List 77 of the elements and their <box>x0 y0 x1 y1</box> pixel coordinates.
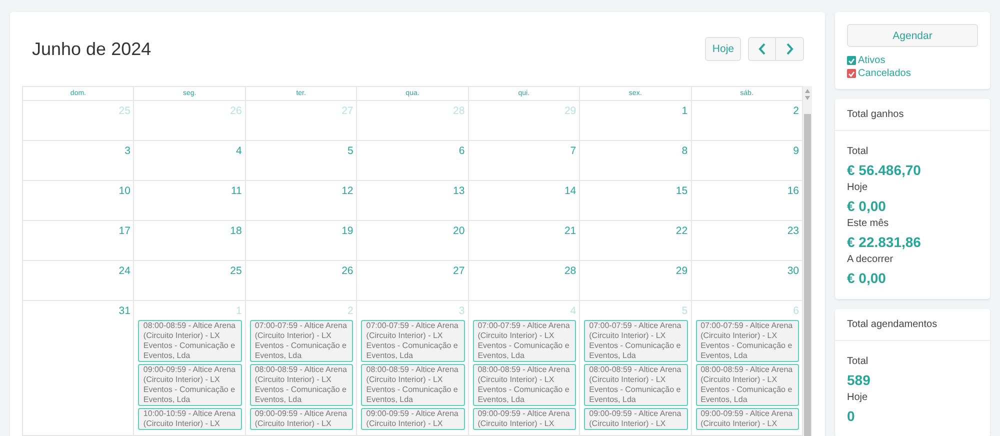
day-number[interactable]: 8 <box>682 145 688 157</box>
day-number[interactable]: 21 <box>564 225 576 237</box>
day-number[interactable]: 1 <box>682 105 688 117</box>
stat-label: Este mês <box>847 217 890 231</box>
event-entry[interactable]: 09:00-09:59 - Altice Arena (Circuito Interior) - LX <box>696 408 799 430</box>
event-entry[interactable]: 08:00-08:59 - Altice Arena (Circuito Interior) - LX Eventos - Comunicação e Eventos, Lda <box>584 364 688 406</box>
calendar-title: Junho de 2024 <box>32 38 152 60</box>
schedule-button[interactable]: Agendar <box>847 24 978 47</box>
day-number[interactable]: 10 <box>118 185 130 197</box>
stats-title: Total ganhos <box>835 99 990 131</box>
next-button[interactable] <box>776 37 804 61</box>
stats-title: Total agendamentos <box>835 309 990 341</box>
event-entry[interactable]: 08:00-08:59 - Altice Arena (Circuito Interior) - LX Eventos - Comunicação e Eventos, Lda <box>361 364 465 406</box>
event-entry[interactable]: 08:00-08:59 - Altice Arena (Circuito Interior) - LX Eventos - Comunicação e Eventos, Lda <box>696 364 799 406</box>
stat-value: € 0,00 <box>847 269 887 288</box>
day-number[interactable]: 30 <box>787 265 799 277</box>
day-number[interactable]: 20 <box>453 225 465 237</box>
chevron-left-icon <box>758 43 766 55</box>
day-number[interactable]: 3 <box>124 145 130 157</box>
day-number[interactable]: 6 <box>458 145 465 157</box>
day-number[interactable]: 24 <box>118 265 130 277</box>
event-entry[interactable]: 08:00-08:59 - Altice Arena (Circuito Interior) - LX Eventos - Comunicação e Eventos, Lda <box>250 364 354 406</box>
day-number[interactable]: 11 <box>230 185 242 197</box>
day-number[interactable]: 2 <box>793 105 799 117</box>
event-entry[interactable]: 07:00-07:59 - Altice Arena (Circuito Interior) - LX Eventos - Comunicação e Eventos, Lda <box>696 320 799 362</box>
stat-label: Hoje <box>847 391 869 405</box>
day-number[interactable]: 17 <box>118 225 130 237</box>
stat-label: Total <box>847 145 870 159</box>
day-number[interactable]: 22 <box>676 225 688 237</box>
filter-label[interactable]: Cancelados <box>858 68 911 79</box>
event-entry[interactable]: 09:00-09:59 - Altice Arena (Circuito Interior) - LX <box>472 408 576 430</box>
event-entry[interactable]: 07:00-07:59 - Altice Arena (Circuito Interior) - LX Eventos - Comunicação e Eventos, Lda <box>584 320 688 362</box>
day-number[interactable]: 31 <box>118 305 130 317</box>
stat-value: € 22.831,86 <box>847 233 922 252</box>
stat-label: Hoje <box>847 181 869 195</box>
previous-button[interactable] <box>748 37 776 61</box>
event-entry[interactable]: 09:00-09:59 - Altice Arena (Circuito Interior) - LX <box>361 408 465 430</box>
event-entry[interactable]: 08:00-08:59 - Altice Arena (Circuito Interior) - LX Eventos - Comunicação e Eventos, Lda <box>138 320 242 362</box>
day-number[interactable]: 15 <box>676 185 688 197</box>
event-entry[interactable]: 09:00-09:59 - Altice Arena (Circuito Interior) - LX <box>584 408 688 430</box>
event-entry[interactable]: 07:00-07:59 - Altice Arena (Circuito Interior) - LX Eventos - Comunicação e Eventos, Lda <box>361 320 465 362</box>
event-entry[interactable]: 07:00-07:59 - Altice Arena (Circuito Interior) - LX Eventos - Comunicação e Eventos, Lda <box>250 320 354 362</box>
day-number[interactable]: 5 <box>347 145 354 157</box>
day-number[interactable]: 13 <box>453 185 465 197</box>
stat-label: A decorrer <box>847 253 894 267</box>
stat-label: Total <box>847 355 870 369</box>
event-entry[interactable]: 07:00-07:59 - Altice Arena (Circuito Interior) - LX Eventos - Comunicação e Eventos, Lda <box>472 320 576 362</box>
day-number[interactable]: 25 <box>230 265 242 277</box>
day-number[interactable]: 7 <box>570 145 576 157</box>
day-number[interactable]: 14 <box>564 185 576 197</box>
day-number[interactable]: 27 <box>453 265 465 277</box>
scrollbar[interactable] <box>803 86 812 436</box>
event-entry[interactable]: 09:00-09:59 - Altice Arena (Circuito Interior) - LX Eventos - Comunicação e Eventos, Lda <box>138 364 242 406</box>
filter-checkbox[interactable] <box>847 56 856 65</box>
filter-label[interactable]: Ativos <box>858 55 886 66</box>
day-number[interactable]: 4 <box>236 145 242 157</box>
chevron-right-icon <box>786 43 794 55</box>
day-number[interactable]: 23 <box>787 225 799 237</box>
day-number[interactable]: 28 <box>564 265 576 277</box>
day-number[interactable]: 18 <box>230 225 242 237</box>
stat-value: 589 <box>847 371 872 390</box>
event-entry[interactable]: 08:00-08:59 - Altice Arena (Circuito Interior) - LX Eventos - Comunicação e Eventos, Lda <box>472 364 576 406</box>
event-entry[interactable]: 10:00-10:59 - Altice Arena (Circuito Interior) - LX <box>138 408 242 430</box>
day-number[interactable]: 12 <box>342 185 354 197</box>
event-entry[interactable]: 09:00-09:59 - Altice Arena (Circuito Interior) - LX <box>250 408 354 430</box>
day-number[interactable]: 9 <box>793 145 799 157</box>
day-number[interactable]: 16 <box>787 185 799 197</box>
today-button[interactable]: Hoje <box>705 37 741 61</box>
stat-value: € 0,00 <box>847 197 887 216</box>
day-number[interactable]: 26 <box>342 265 354 277</box>
day-number[interactable]: 19 <box>342 225 354 237</box>
day-number[interactable]: 29 <box>676 265 688 277</box>
filter-checkbox[interactable] <box>847 69 856 78</box>
scroll-down-icon <box>805 96 810 100</box>
stat-value: € 56.486,70 <box>847 161 922 180</box>
scroll-up-icon <box>805 89 810 93</box>
stat-value: 0 <box>847 407 856 426</box>
